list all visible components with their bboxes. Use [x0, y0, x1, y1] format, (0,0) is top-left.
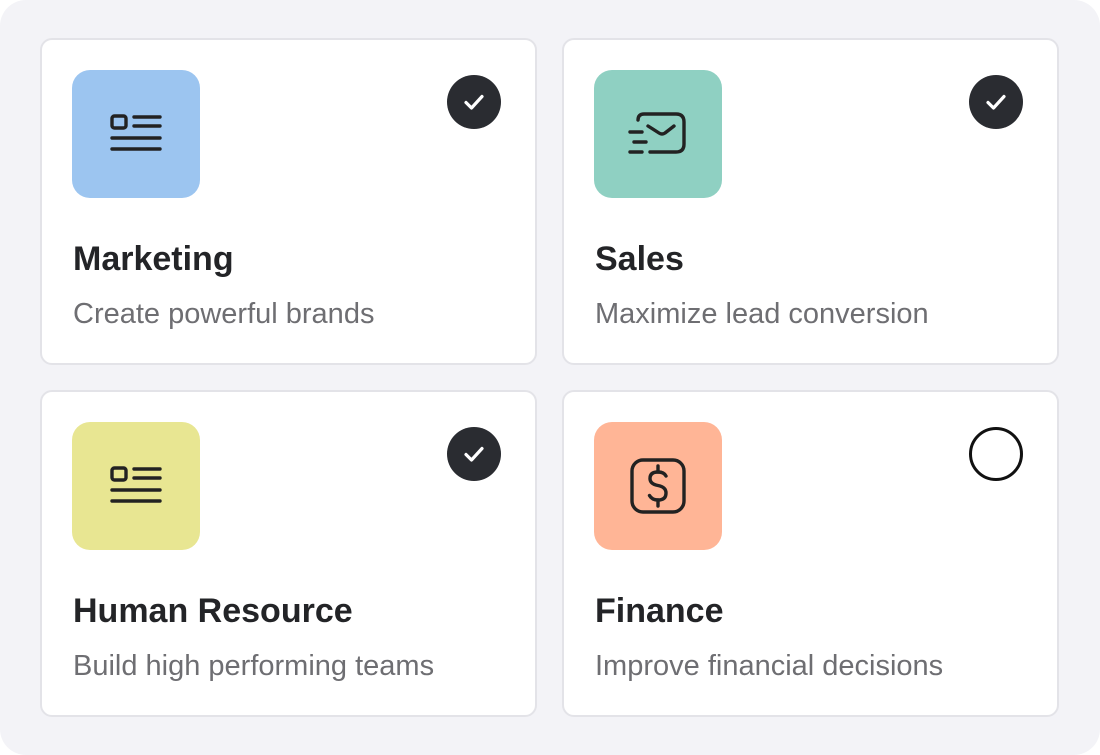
selected-checkmark[interactable] — [447, 75, 501, 129]
card-title: Sales — [595, 240, 684, 278]
card-subtitle: Improve financial decisions — [595, 650, 944, 682]
card-subtitle: Maximize lead conversion — [595, 298, 929, 330]
fast-mail-icon — [628, 112, 686, 154]
selected-checkmark[interactable] — [969, 75, 1023, 129]
selected-checkmark[interactable] — [447, 427, 501, 481]
card-title: Marketing — [73, 240, 234, 278]
card-title: Finance — [595, 592, 724, 630]
unselected-radio[interactable] — [969, 427, 1023, 481]
card-subtitle: Build high performing teams — [73, 650, 435, 682]
tile — [72, 70, 200, 198]
card-sales[interactable]: Sales Maximize lead conversion — [562, 38, 1059, 365]
card-finance[interactable]: Finance Improve financial decisions — [562, 390, 1059, 717]
department-selector: Marketing Create powerful brands Sales M… — [0, 0, 1100, 755]
check-icon — [464, 446, 484, 462]
dollar-square-icon — [630, 458, 686, 514]
document-list-icon — [110, 114, 162, 151]
tile — [72, 422, 200, 550]
check-icon — [464, 94, 484, 110]
document-list-icon — [110, 466, 162, 503]
card-marketing[interactable]: Marketing Create powerful brands — [40, 38, 537, 365]
tile — [594, 70, 722, 198]
card-title: Human Resource — [73, 592, 353, 630]
tile — [594, 422, 722, 550]
card-human-resource[interactable]: Human Resource Build high performing tea… — [40, 390, 537, 717]
card-subtitle: Create powerful brands — [73, 298, 375, 330]
check-icon — [986, 94, 1006, 110]
